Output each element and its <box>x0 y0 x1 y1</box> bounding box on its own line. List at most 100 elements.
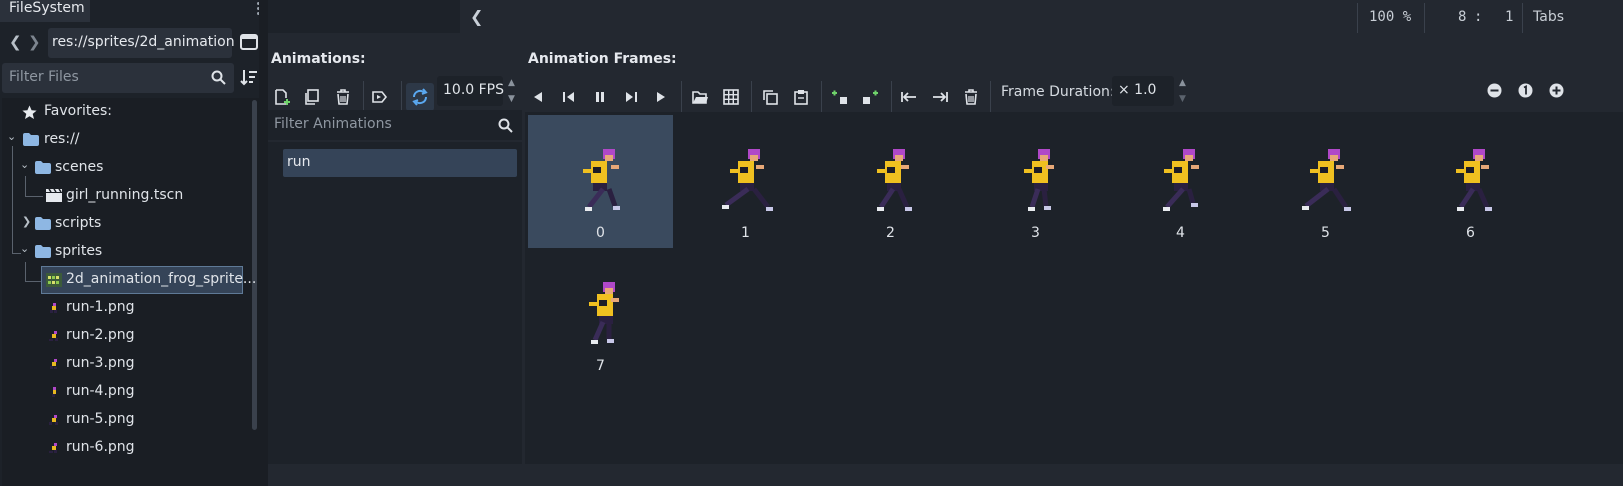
filter-files-input[interactable]: Filter Files <box>2 63 234 93</box>
tree-item-scenes[interactable]: ⌄ scenes <box>4 154 249 182</box>
line-number: 8 <box>1458 9 1467 25</box>
sprite-thumbnail-icon <box>49 415 58 425</box>
sort-icon[interactable] <box>240 68 258 86</box>
sprite-frame-image <box>877 149 912 211</box>
frame-tile[interactable]: 0 <box>528 115 673 248</box>
duration-decrement-icon[interactable]: ▼ <box>1179 95 1186 104</box>
tree-label: scenes <box>55 159 104 175</box>
sprite-frame-image <box>589 282 619 344</box>
frame-tile[interactable]: 4 <box>1108 115 1253 248</box>
insert-frame-before-icon[interactable] <box>826 83 854 111</box>
move-frame-right-icon[interactable] <box>926 83 954 111</box>
tree-label: run-1.png <box>66 299 135 315</box>
tree-label: girl_running.tscn <box>66 187 184 203</box>
search-icon <box>498 118 513 133</box>
chevron-down-icon[interactable]: ⌄ <box>20 158 29 171</box>
path-value: res://sprites/2d_animation <box>52 34 235 50</box>
move-frame-left-icon[interactable] <box>895 83 923 111</box>
add-animation-icon[interactable] <box>268 83 296 111</box>
sprite-frame-image <box>722 149 773 211</box>
animations-title: Animations: <box>271 51 366 67</box>
toolbar-separator <box>751 81 752 113</box>
insert-frame-after-icon[interactable] <box>857 83 885 111</box>
tree-item-res[interactable]: ⌄ res:// <box>4 126 249 154</box>
pause-icon[interactable] <box>586 83 614 111</box>
frame-index-label: 1 <box>741 225 750 241</box>
delete-frame-icon[interactable] <box>957 83 985 111</box>
tree-label: run-5.png <box>66 411 135 427</box>
toolbar-separator <box>990 81 991 113</box>
zoom-reset-icon[interactable] <box>1518 83 1533 98</box>
frame-tile[interactable]: 5 <box>1253 115 1398 248</box>
collapse-arrow-icon[interactable]: ❮ <box>470 7 483 26</box>
duration-increment-icon[interactable]: ▲ <box>1179 79 1186 88</box>
filter-animations-input[interactable]: Filter Animations <box>268 110 522 140</box>
animation-item-run[interactable]: run <box>283 149 517 177</box>
duplicate-animation-icon[interactable] <box>298 83 326 111</box>
frame-tile[interactable]: 6 <box>1398 115 1543 248</box>
tree-item-sprites[interactable]: ⌄ sprites <box>4 238 249 266</box>
tree-item-spritesheet[interactable]: 2d_animation_frog_sprite... <box>41 266 256 294</box>
autoplay-on-load-icon[interactable] <box>367 83 395 111</box>
chevron-down-icon[interactable]: ⌄ <box>20 242 29 255</box>
divider <box>1357 3 1358 33</box>
load-from-file-icon[interactable] <box>686 83 714 111</box>
path-field[interactable]: res://sprites/2d_animation <box>48 28 235 58</box>
filesystem-tab[interactable]: FileSystem <box>0 0 90 22</box>
sprite-frame-image <box>1024 149 1054 211</box>
frame-tile[interactable]: 3 <box>963 115 1108 248</box>
divider <box>1424 3 1425 33</box>
frame-index-label: 0 <box>596 225 605 241</box>
filter-animations-placeholder: Filter Animations <box>274 116 392 132</box>
chevron-down-icon[interactable]: ⌄ <box>7 130 16 143</box>
sprite-frame-image <box>583 149 620 211</box>
folder-icon <box>35 217 51 230</box>
tree-item-run-2[interactable]: run-2.png <box>4 322 249 350</box>
fps-input[interactable]: 10.0 FPS <box>437 76 504 106</box>
paste-frame-icon[interactable] <box>787 83 815 111</box>
tree-label: sprites <box>55 243 103 259</box>
frame-tile[interactable]: 7 <box>528 248 673 381</box>
zoom-in-icon[interactable] <box>1549 83 1564 98</box>
tree-item-girl-running-scene[interactable]: girl_running.tscn <box>4 182 249 210</box>
tree-item-scripts[interactable]: ❯ scripts <box>4 210 249 238</box>
play-icon[interactable] <box>647 83 675 111</box>
back-arrow-icon[interactable]: ❮ <box>9 33 22 51</box>
copy-frame-icon[interactable] <box>756 83 784 111</box>
animation-looping-icon[interactable] <box>406 83 434 111</box>
line-col-separator: : <box>1474 9 1483 25</box>
play-backwards-icon[interactable] <box>555 83 583 111</box>
sprite-thumbnail-icon <box>50 303 57 313</box>
indent-mode[interactable]: Tabs <box>1533 9 1564 25</box>
add-from-spritesheet-icon[interactable] <box>717 83 745 111</box>
toolbar-separator <box>891 81 892 113</box>
zoom-level[interactable]: 100 % <box>1369 9 1411 25</box>
tree-label: run-2.png <box>66 327 135 343</box>
tree-item-favorites[interactable]: Favorites: <box>4 98 249 126</box>
tree-item-run-3[interactable]: run-3.png <box>4 350 249 378</box>
sprite-frame-image <box>1456 149 1492 211</box>
fps-increment-icon[interactable]: ▲ <box>508 79 515 88</box>
tree-item-run-4[interactable]: run-4.png <box>4 378 249 406</box>
play-backwards-from-end-icon[interactable] <box>524 83 552 111</box>
tree-item-run-6[interactable]: run-6.png <box>4 434 249 462</box>
column-number: 1 <box>1505 9 1514 25</box>
frame-duration-input[interactable]: × 1.0 <box>1112 76 1174 106</box>
tree-item-run-1[interactable]: run-1.png <box>4 294 249 322</box>
favorites-label: Favorites: <box>44 103 112 119</box>
forward-arrow-icon[interactable]: ❯ <box>28 33 41 51</box>
tree-label: run-4.png <box>66 383 135 399</box>
delete-animation-icon[interactable] <box>329 83 357 111</box>
tree-guide <box>25 281 41 282</box>
file-tree-scrollbar[interactable] <box>252 100 257 430</box>
sprite-thumbnail-icon <box>49 331 58 341</box>
dock-splitter[interactable] <box>259 0 268 486</box>
zoom-out-icon[interactable] <box>1487 83 1502 98</box>
frame-tile[interactable]: 2 <box>818 115 963 248</box>
fps-decrement-icon[interactable]: ▼ <box>508 95 515 104</box>
frame-tile[interactable]: 1 <box>673 115 818 248</box>
play-from-start-icon[interactable] <box>617 83 645 111</box>
toggle-layout-icon[interactable] <box>240 34 258 50</box>
tree-item-run-5[interactable]: run-5.png <box>4 406 249 434</box>
chevron-right-icon[interactable]: ❯ <box>22 215 31 228</box>
